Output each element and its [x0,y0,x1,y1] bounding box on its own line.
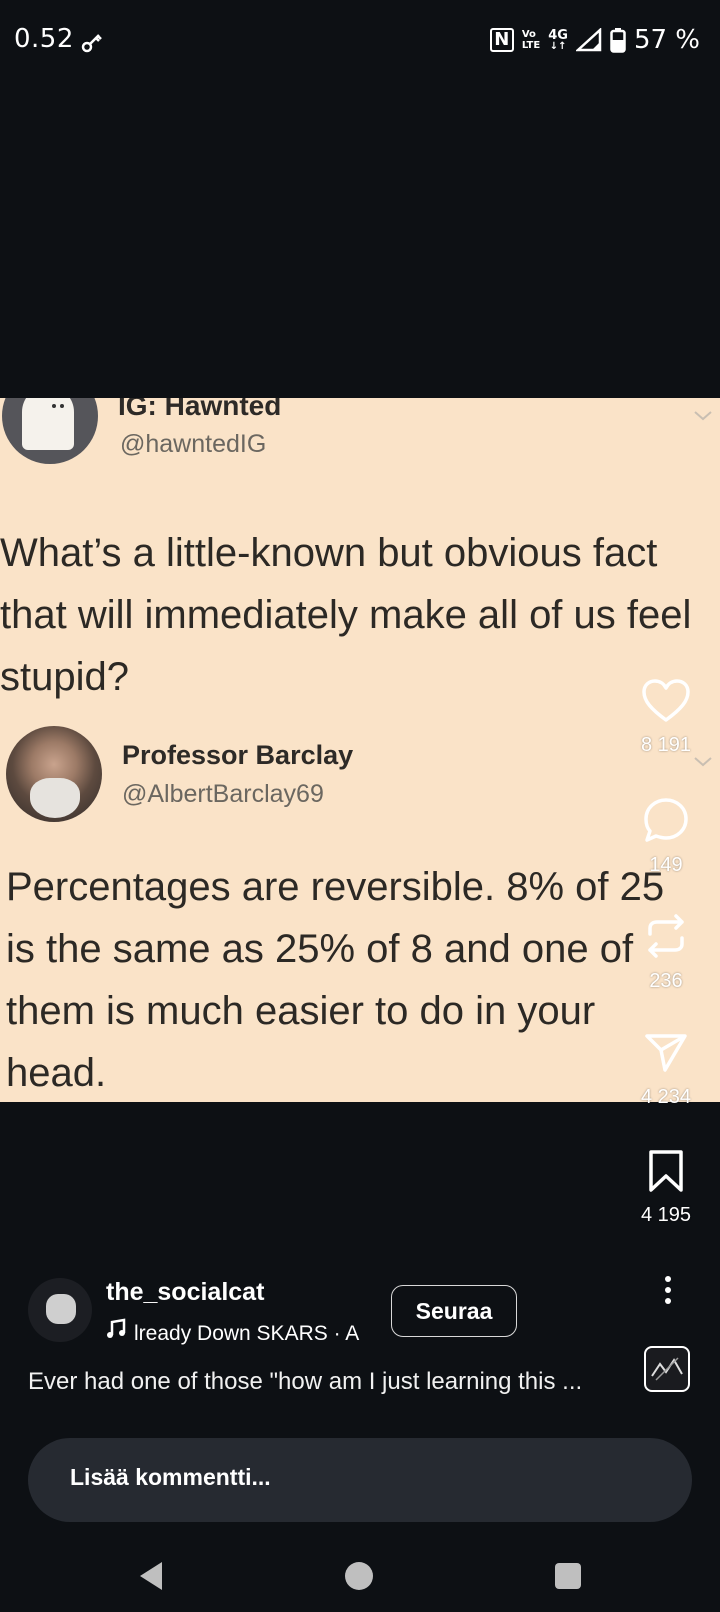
more-vertical-icon[interactable] [656,1274,680,1306]
comment-placeholder: Lisää kommentti... [70,1464,271,1490]
save-button[interactable]: 4 195 [626,1148,706,1227]
nfc-icon: N [489,28,514,52]
like-count: 8 191 [640,734,692,756]
post-caption[interactable]: Ever had one of those "how am I just lea… [28,1368,620,1396]
system-nav-bar [0,1540,720,1612]
chevron-down-icon [694,411,712,421]
follow-button[interactable]: Seuraa [391,1285,517,1337]
author-row: the_socialcat lready Down SKARS · A [28,1278,628,1345]
home-icon[interactable] [341,1558,377,1594]
comment-button[interactable]: 149 [626,796,706,877]
avatar[interactable] [28,1278,92,1342]
status-bar: 0.52 N Vo LTE 4G ↓↑ 57 % [0,0,720,80]
cat-avatar-image [46,1294,76,1324]
volte-icon: Vo LTE [522,29,540,51]
status-icons: N Vo LTE 4G ↓↑ 57 % [489,22,700,58]
tweet1-name: IG: Hawnted [118,398,282,421]
tweet2-handle: @AlbertBarclay69 [122,780,324,808]
recents-icon[interactable] [550,1558,586,1594]
network-type-icon: 4G ↓↑ [548,28,568,52]
music-info[interactable]: lready Down SKARS · A [106,1318,366,1348]
comment-icon[interactable] [642,796,690,844]
save-count: 4 195 [640,1204,692,1226]
back-icon[interactable] [134,1558,170,1594]
bookmark-icon[interactable] [646,1148,686,1194]
audio-thumbnail-image [651,1357,683,1381]
comment-count: 149 [649,854,683,876]
signal-icon [575,28,602,52]
battery-percent: 57 % [633,25,700,55]
send-icon[interactable] [643,1030,689,1076]
tweet1-text: What’s a little-known but obvious fact t… [0,531,692,699]
status-time: 0.52 [14,24,74,54]
repost-count: 236 [649,970,683,992]
share-button[interactable]: 4 234 [626,1030,706,1109]
music-track: lready Down SKARS · A [134,1322,360,1345]
volte-label-bottom: LTE [521,40,541,51]
comment-input[interactable]: Lisää kommentti... [28,1438,692,1522]
heart-icon[interactable] [641,678,691,724]
ghost-icon [22,398,74,450]
tweet2-text: Percentages are reversible. 8% of 25 is … [6,865,665,1095]
battery-icon [610,28,626,53]
tweet1-avatar [2,398,98,464]
post-image[interactable]: IG: Hawnted @hawntedIG What’s a little-k… [0,398,720,1102]
repost-icon[interactable] [642,912,690,960]
tweet2-avatar [6,726,102,822]
like-button[interactable]: 8 191 [626,678,706,757]
music-note-icon [107,1318,126,1338]
repost-button[interactable]: 236 [626,912,706,993]
share-count: 4 234 [640,1086,692,1108]
tweet1-handle: @hawntedIG [120,430,267,458]
tweet2-name: Professor Barclay [122,740,354,770]
vpn-key-icon [81,34,102,53]
audio-thumbnail[interactable] [644,1346,690,1392]
volte-label-top: Vo [521,29,536,40]
author-username[interactable]: the_socialcat [106,1278,264,1307]
